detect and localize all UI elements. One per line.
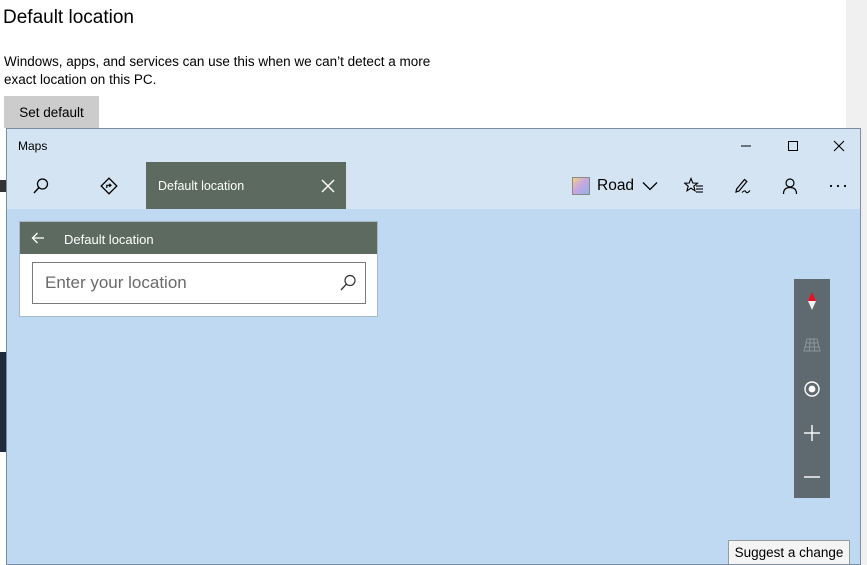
location-input[interactable] (33, 263, 329, 303)
close-icon (833, 140, 845, 151)
directions-icon (100, 176, 118, 195)
tab-label: Default location (158, 179, 245, 193)
zoom-in-icon (804, 425, 820, 441)
location-search-box (32, 262, 366, 304)
favorites-button[interactable] (671, 162, 717, 209)
pen-icon (735, 178, 751, 193)
page-title: Default location (3, 7, 134, 28)
road-map-icon (572, 176, 590, 195)
zoom-in-button[interactable] (794, 411, 830, 455)
locate-icon (804, 381, 820, 397)
person-icon (782, 177, 798, 194)
chevron-down-icon (642, 181, 658, 191)
tab-default-location[interactable]: Default location (146, 162, 346, 209)
tilt-button[interactable] (794, 323, 830, 367)
title-bar[interactable]: Maps (7, 129, 860, 162)
close-window-button[interactable] (816, 129, 860, 162)
more-icon (829, 184, 847, 187)
zoom-out-icon (804, 476, 820, 478)
app-title: Maps (18, 139, 48, 153)
close-tab-button[interactable] (316, 174, 340, 198)
compass-icon (808, 292, 816, 310)
map-controls (794, 279, 830, 498)
panel-header: Default location (20, 222, 377, 254)
search-icon (340, 274, 356, 291)
maximize-icon (788, 140, 798, 151)
minimize-icon (741, 145, 751, 146)
back-arrow-icon (31, 232, 44, 244)
maps-toolbar: Default location Road (7, 162, 860, 209)
more-button[interactable] (815, 162, 860, 209)
map-style-label: Road (597, 176, 635, 194)
panel-title: Default location (64, 232, 154, 247)
maximize-button[interactable] (770, 129, 816, 162)
compass-button[interactable] (794, 279, 830, 323)
account-button[interactable] (767, 162, 813, 209)
favorites-icon (684, 176, 703, 193)
map-style-dropdown[interactable]: Road (567, 162, 659, 209)
search-icon (33, 177, 49, 193)
ink-button[interactable] (719, 162, 765, 209)
directions-button[interactable] (86, 162, 132, 209)
maps-window: Maps Default location Road Default locat… (6, 128, 861, 565)
zoom-out-button[interactable] (794, 455, 830, 499)
settings-description: Windows, apps, and services can use this… (4, 54, 431, 87)
default-location-panel: Default location (19, 221, 378, 317)
set-default-button[interactable]: Set default (4, 96, 99, 128)
suggest-change-button[interactable]: Suggest a change (728, 540, 850, 564)
locate-button[interactable] (794, 367, 830, 411)
search-button[interactable] (18, 162, 64, 209)
minimize-button[interactable] (723, 129, 769, 162)
location-search-button[interactable] (337, 272, 359, 294)
close-icon (321, 179, 335, 193)
tilt-icon (803, 338, 821, 352)
back-button[interactable] (26, 226, 50, 250)
